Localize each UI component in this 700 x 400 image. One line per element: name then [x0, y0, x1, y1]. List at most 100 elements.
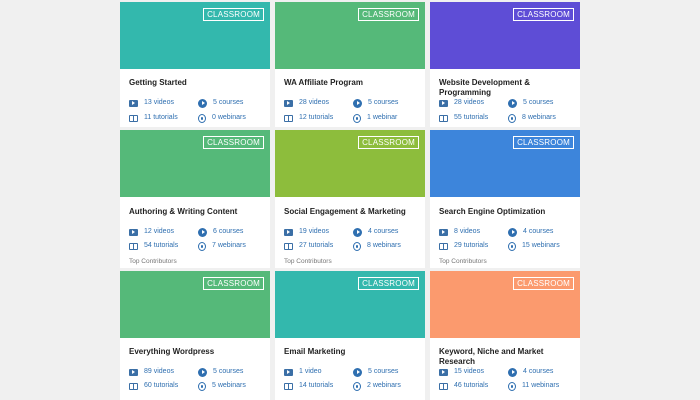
- videos-count[interactable]: 28 videos: [439, 98, 484, 109]
- video-icon: [129, 99, 138, 107]
- courses-count[interactable]: 5 courses: [198, 367, 243, 378]
- webinar-icon: [508, 241, 516, 251]
- webinars-count[interactable]: 8 webinars: [508, 113, 556, 124]
- videos-count[interactable]: 19 videos: [284, 227, 329, 238]
- video-icon: [284, 228, 293, 236]
- card-title[interactable]: WA Affiliate Program: [284, 78, 414, 88]
- classroom-card[interactable]: CLASSROOM Getting Started 13 videos 5 co…: [120, 2, 270, 127]
- card-title[interactable]: Search Engine Optimization: [439, 207, 569, 217]
- tutorials-count[interactable]: 14 tutorials: [284, 381, 333, 392]
- classroom-badge[interactable]: CLASSROOM: [358, 277, 419, 290]
- webinar-icon: [198, 241, 206, 251]
- videos-count[interactable]: 89 videos: [129, 367, 174, 378]
- classroom-card[interactable]: CLASSROOM Social Engagement & Marketing …: [275, 130, 425, 268]
- card-banner[interactable]: CLASSROOM: [430, 271, 580, 338]
- webinars-count[interactable]: 1 webinar: [353, 113, 397, 124]
- card-title[interactable]: Website Development & Programming: [439, 78, 569, 98]
- courses-count[interactable]: 5 courses: [508, 98, 553, 109]
- webinars-count[interactable]: 0 webinars: [198, 113, 246, 124]
- card-title[interactable]: Everything Wordpress: [129, 347, 259, 357]
- classroom-badge[interactable]: CLASSROOM: [513, 277, 574, 290]
- play-circle-icon: [353, 98, 362, 108]
- card-banner[interactable]: CLASSROOM: [120, 130, 270, 197]
- courses-count[interactable]: 6 courses: [198, 227, 243, 238]
- classroom-card[interactable]: CLASSROOM Everything Wordpress 89 videos…: [120, 271, 270, 400]
- webinars-count[interactable]: 7 webinars: [198, 241, 246, 252]
- webinars-count[interactable]: 11 webinars: [508, 381, 559, 392]
- courses-count[interactable]: 4 courses: [508, 367, 553, 378]
- video-icon: [129, 368, 138, 376]
- play-circle-icon: [198, 227, 207, 237]
- card-banner[interactable]: CLASSROOM: [275, 2, 425, 69]
- play-circle-icon: [508, 367, 517, 377]
- tutorials-count[interactable]: 12 tutorials: [284, 113, 333, 124]
- top-contributors-label: Top Contributors: [284, 258, 332, 265]
- card-title[interactable]: Email Marketing: [284, 347, 414, 357]
- webinar-icon: [198, 113, 206, 123]
- play-circle-icon: [508, 227, 517, 237]
- tutorials-count[interactable]: 55 tutorials: [439, 113, 488, 124]
- card-banner[interactable]: CLASSROOM: [120, 271, 270, 338]
- book-icon: [129, 242, 138, 250]
- videos-count[interactable]: 8 videos: [439, 227, 480, 238]
- videos-count[interactable]: 15 videos: [439, 367, 484, 378]
- webinars-count[interactable]: 2 webinars: [353, 381, 401, 392]
- book-icon: [129, 382, 138, 390]
- classroom-badge[interactable]: CLASSROOM: [513, 136, 574, 149]
- book-icon: [284, 114, 293, 122]
- webinar-icon: [353, 241, 361, 251]
- card-banner[interactable]: CLASSROOM: [275, 130, 425, 197]
- book-icon: [439, 382, 448, 390]
- webinars-count[interactable]: 8 webinars: [353, 241, 401, 252]
- classroom-badge[interactable]: CLASSROOM: [203, 8, 264, 21]
- courses-count[interactable]: 5 courses: [198, 98, 243, 109]
- classroom-card[interactable]: CLASSROOM Search Engine Optimization 8 v…: [430, 130, 580, 268]
- classroom-badge[interactable]: CLASSROOM: [513, 8, 574, 21]
- card-banner[interactable]: CLASSROOM: [275, 271, 425, 338]
- video-icon: [439, 99, 448, 107]
- play-circle-icon: [508, 98, 517, 108]
- card-banner[interactable]: CLASSROOM: [430, 130, 580, 197]
- classroom-badge[interactable]: CLASSROOM: [203, 277, 264, 290]
- tutorials-count[interactable]: 11 tutorials: [129, 113, 178, 124]
- card-title[interactable]: Social Engagement & Marketing: [284, 207, 414, 217]
- classroom-badge[interactable]: CLASSROOM: [358, 136, 419, 149]
- card-title[interactable]: Getting Started: [129, 78, 259, 88]
- videos-count[interactable]: 28 videos: [284, 98, 329, 109]
- top-contributors-label: Top Contributors: [129, 258, 177, 265]
- webinar-icon: [198, 381, 206, 391]
- classroom-card[interactable]: CLASSROOM Keyword, Niche and Market Rese…: [430, 271, 580, 400]
- book-icon: [284, 382, 293, 390]
- classroom-badge[interactable]: CLASSROOM: [203, 136, 264, 149]
- tutorials-count[interactable]: 60 tutorials: [129, 381, 178, 392]
- videos-count[interactable]: 1 video: [284, 367, 322, 378]
- book-icon: [129, 114, 138, 122]
- webinars-count[interactable]: 15 webinars: [508, 241, 560, 252]
- book-icon: [284, 242, 293, 250]
- book-icon: [439, 242, 448, 250]
- play-circle-icon: [353, 227, 362, 237]
- card-title[interactable]: Authoring & Writing Content: [129, 207, 259, 217]
- courses-count[interactable]: 4 courses: [508, 227, 553, 238]
- play-circle-icon: [353, 367, 362, 377]
- card-title[interactable]: Keyword, Niche and Market Research: [439, 347, 569, 367]
- classroom-card[interactable]: CLASSROOM Authoring & Writing Content 12…: [120, 130, 270, 268]
- card-banner[interactable]: CLASSROOM: [120, 2, 270, 69]
- classroom-card[interactable]: CLASSROOM Email Marketing 1 video 5 cour…: [275, 271, 425, 400]
- play-circle-icon: [198, 367, 207, 377]
- courses-count[interactable]: 5 courses: [353, 367, 398, 378]
- videos-count[interactable]: 12 videos: [129, 227, 174, 238]
- classroom-badge[interactable]: CLASSROOM: [358, 8, 419, 21]
- tutorials-count[interactable]: 54 tutorials: [129, 241, 178, 252]
- card-banner[interactable]: CLASSROOM: [430, 2, 580, 69]
- webinars-count[interactable]: 5 webinars: [198, 381, 246, 392]
- classroom-card[interactable]: CLASSROOM Website Development & Programm…: [430, 2, 580, 127]
- courses-count[interactable]: 4 courses: [353, 227, 398, 238]
- tutorials-count[interactable]: 27 tutorials: [284, 241, 333, 252]
- videos-count[interactable]: 13 videos: [129, 98, 174, 109]
- tutorials-count[interactable]: 29 tutorials: [439, 241, 488, 252]
- tutorials-count[interactable]: 46 tutorials: [439, 381, 488, 392]
- courses-count[interactable]: 5 courses: [353, 98, 398, 109]
- book-icon: [439, 114, 448, 122]
- classroom-card[interactable]: CLASSROOM WA Affiliate Program 28 videos…: [275, 2, 425, 127]
